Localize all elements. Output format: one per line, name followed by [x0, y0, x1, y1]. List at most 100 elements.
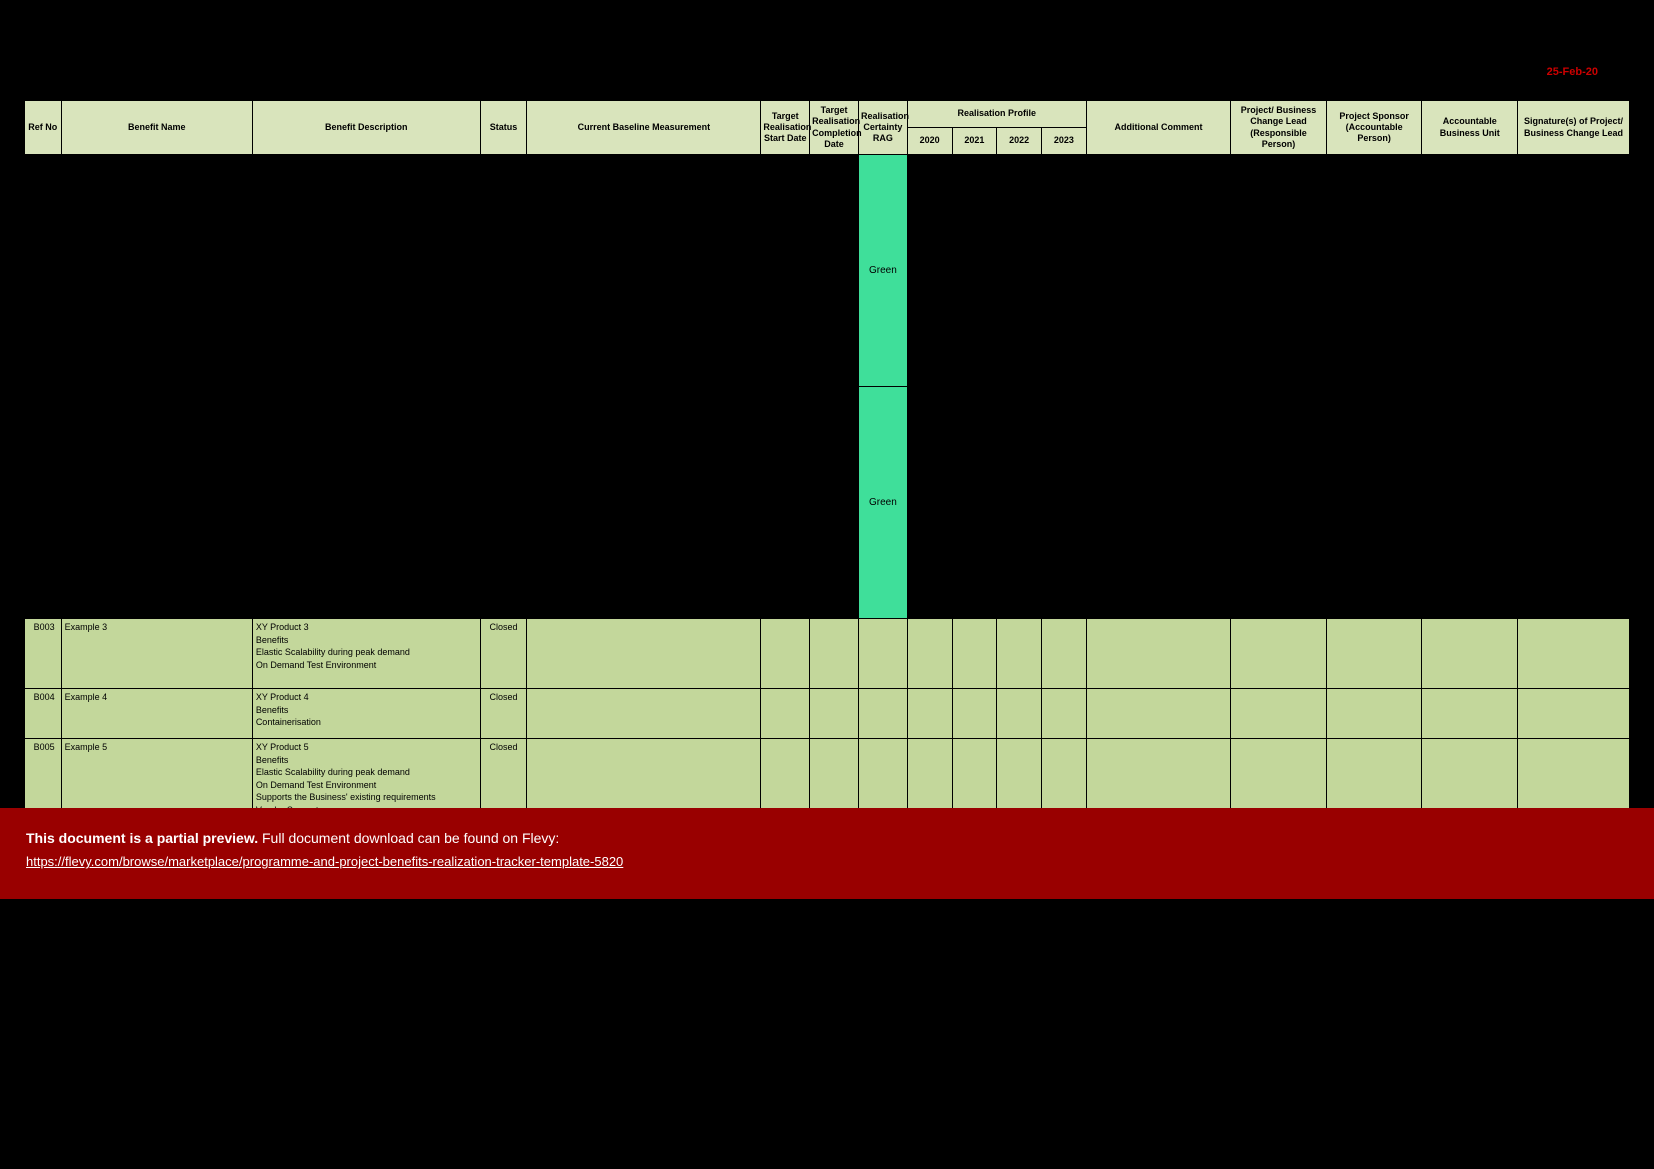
cell-sig [1518, 619, 1630, 689]
col-tgt-comp: Target Realisation Completion Date [810, 101, 859, 155]
cell-tgt_comp [810, 689, 859, 739]
cell-name: Example 4 [61, 689, 252, 739]
cell-name [61, 387, 252, 619]
cell-baseline [527, 689, 761, 739]
cell-lead [1231, 689, 1327, 739]
cell-tgt_start [761, 619, 810, 689]
cell-baseline [527, 155, 761, 387]
cell-name: Example 3 [61, 619, 252, 689]
cell-sponsor [1326, 387, 1422, 619]
cell-lead [1231, 387, 1327, 619]
col-tgt-start: Target Realisation Start Date [761, 101, 810, 155]
cell-y2023 [1042, 689, 1087, 739]
col-rag: Realisation Certainty RAG [858, 101, 907, 155]
cell-desc: XY Product 3 Benefits Elastic Scalabilit… [252, 619, 480, 689]
cell-name [61, 155, 252, 387]
cell-ref [25, 387, 62, 619]
cell-ref [25, 155, 62, 387]
cell-tgt_start [761, 155, 810, 387]
col-bu: Accountable Business Unit [1422, 101, 1518, 155]
col-2020: 2020 [907, 128, 952, 155]
cell-rag [858, 689, 907, 739]
cell-y2020 [907, 689, 952, 739]
cell-bu [1422, 387, 1518, 619]
cell-status [480, 387, 527, 619]
col-name: Benefit Name [61, 101, 252, 155]
cell-tgt_comp [810, 619, 859, 689]
benefits-table: Ref No Benefit Name Benefit Description … [24, 100, 1630, 825]
table-row: B004Example 4XY Product 4 Benefits Conta… [25, 689, 1630, 739]
cell-y2023 [1042, 619, 1087, 689]
col-2022: 2022 [997, 128, 1042, 155]
cell-y2021 [952, 387, 997, 619]
cell-bu [1422, 689, 1518, 739]
cell-lead [1231, 619, 1327, 689]
cell-rag [858, 619, 907, 689]
document-page: 25-Feb-20 Ref No Benefit Name Benefit De… [0, 0, 1654, 1169]
table-row: B003Example 3XY Product 3 Benefits Elast… [25, 619, 1630, 689]
col-lead: Project/ Business Change Lead (Responsib… [1231, 101, 1327, 155]
cell-tgt_start [761, 387, 810, 619]
cell-tgt_comp [810, 155, 859, 387]
cell-bu [1422, 619, 1518, 689]
cell-status: Closed [480, 689, 527, 739]
cell-rag: Green [858, 155, 907, 387]
cell-y2021 [952, 619, 997, 689]
cell-comment [1086, 689, 1230, 739]
cell-y2022 [997, 619, 1042, 689]
cell-sponsor [1326, 689, 1422, 739]
cell-y2021 [952, 689, 997, 739]
banner-rest: Full document download can be found on F… [258, 830, 559, 846]
cell-sig [1518, 689, 1630, 739]
col-sponsor: Project Sponsor (Accountable Person) [1326, 101, 1422, 155]
col-desc: Benefit Description [252, 101, 480, 155]
cell-comment [1086, 387, 1230, 619]
table-row: Green [25, 387, 1630, 619]
preview-banner: This document is a partial preview. Full… [0, 808, 1654, 899]
cell-y2023 [1042, 155, 1087, 387]
col-status: Status [480, 101, 527, 155]
cell-sponsor [1326, 155, 1422, 387]
banner-bold: This document is a partial preview. [26, 830, 258, 846]
col-2023: 2023 [1042, 128, 1087, 155]
cell-y2022 [997, 155, 1042, 387]
cell-status: Closed [480, 619, 527, 689]
cell-desc: XY Product 4 Benefits Containerisation [252, 689, 480, 739]
cell-ref: B003 [25, 619, 62, 689]
col-ref: Ref No [25, 101, 62, 155]
cell-tgt_comp [810, 387, 859, 619]
col-sig: Signature(s) of Project/ Business Change… [1518, 101, 1630, 155]
cell-comment [1086, 155, 1230, 387]
banner-text: This document is a partial preview. Full… [26, 830, 1628, 846]
cell-desc [252, 155, 480, 387]
cell-y2022 [997, 387, 1042, 619]
cell-baseline [527, 619, 761, 689]
cell-desc [252, 387, 480, 619]
cell-tgt_start [761, 689, 810, 739]
table-body: GreenGreenB003Example 3XY Product 3 Bene… [25, 155, 1630, 825]
table-header: Ref No Benefit Name Benefit Description … [25, 101, 1630, 155]
cell-status [480, 155, 527, 387]
cell-bu [1422, 155, 1518, 387]
cell-y2020 [907, 155, 952, 387]
cell-y2020 [907, 387, 952, 619]
cell-y2020 [907, 619, 952, 689]
col-baseline: Current Baseline Measurement [527, 101, 761, 155]
col-profile-group: Realisation Profile [907, 101, 1086, 128]
cell-comment [1086, 619, 1230, 689]
cell-sig [1518, 387, 1630, 619]
cell-sponsor [1326, 619, 1422, 689]
cell-y2022 [997, 689, 1042, 739]
date-stamp: 25-Feb-20 [1547, 66, 1598, 78]
table-row: Green [25, 155, 1630, 387]
cell-rag: Green [858, 387, 907, 619]
banner-link[interactable]: https://flevy.com/browse/marketplace/pro… [26, 854, 623, 869]
cell-y2021 [952, 155, 997, 387]
cell-y2023 [1042, 387, 1087, 619]
cell-baseline [527, 387, 761, 619]
cell-sig [1518, 155, 1630, 387]
cell-ref: B004 [25, 689, 62, 739]
col-comment: Additional Comment [1086, 101, 1230, 155]
col-2021: 2021 [952, 128, 997, 155]
cell-lead [1231, 155, 1327, 387]
